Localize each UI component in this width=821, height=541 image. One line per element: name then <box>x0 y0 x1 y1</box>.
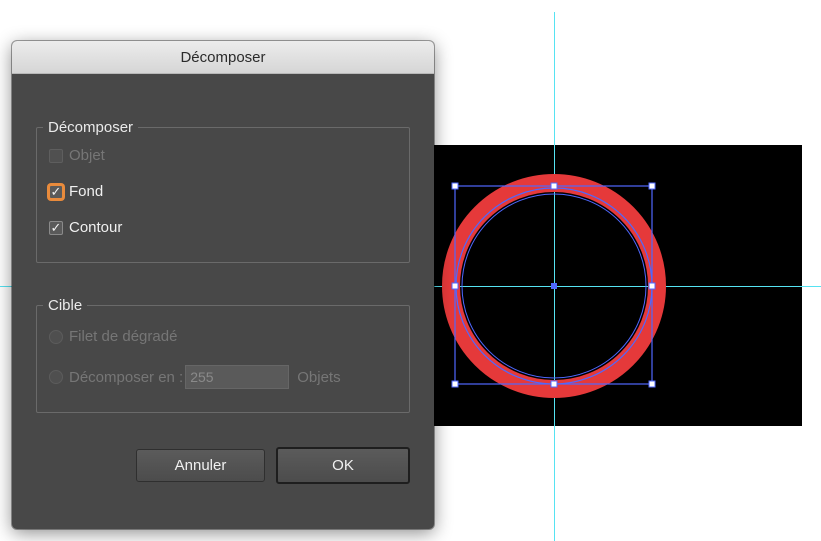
expand-dialog: Décomposer Décomposer Objet ✓ Fond ✓ Con… <box>12 41 434 529</box>
ok-button-label: OK <box>332 457 354 474</box>
target-group: Cible <box>36 297 410 413</box>
option-expand-to[interactable]: Décomposer en : Objets <box>49 365 341 389</box>
option-stroke[interactable]: ✓ Contour <box>49 219 122 236</box>
checkmark-icon: ✓ <box>50 184 62 199</box>
decompose-group-legend: Décomposer <box>48 119 134 136</box>
center-point <box>551 283 557 289</box>
stroke-label: Contour <box>69 219 123 236</box>
stroke-checkbox[interactable]: ✓ <box>49 220 63 235</box>
option-gradient-mesh[interactable]: Filet de dégradé <box>49 328 177 345</box>
radio-icon[interactable] <box>49 370 63 384</box>
expand-to-label: Décomposer en : <box>69 368 184 386</box>
object-label: Objet <box>69 147 105 164</box>
object-checkbox[interactable] <box>49 148 63 163</box>
checkmark-icon: ✓ <box>50 220 62 235</box>
dialog-title: Décomposer <box>180 48 266 66</box>
cancel-button[interactable]: Annuler <box>136 449 265 482</box>
object-count-input[interactable] <box>185 365 290 389</box>
cancel-button-label: Annuler <box>174 457 227 474</box>
option-object[interactable]: Objet <box>49 147 105 164</box>
target-group-legend: Cible <box>48 297 83 314</box>
count-unit-label: Objets <box>297 368 341 386</box>
fill-checkbox[interactable]: ✓ <box>49 184 63 199</box>
radio-icon[interactable] <box>49 329 63 344</box>
dialog-titlebar[interactable]: Décomposer <box>12 41 434 74</box>
option-fill[interactable]: ✓ Fond <box>49 183 103 200</box>
gradient-mesh-label: Filet de dégradé <box>69 328 178 345</box>
fill-label: Fond <box>69 183 104 200</box>
ok-button[interactable]: OK <box>276 447 410 484</box>
